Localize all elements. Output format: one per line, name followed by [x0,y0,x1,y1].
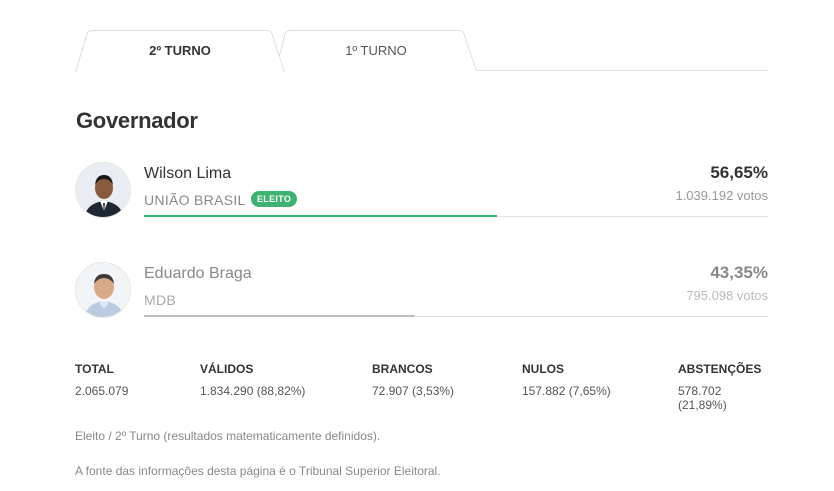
candidate-votes: 1.039.192 votos [675,188,768,203]
result-note: Eleito / 2º Turno (resultados matematica… [75,429,381,443]
stat-valid: VÁLIDOS 1.834.290 (88,82%) [200,362,305,398]
candidate-name: Eduardo Braga [144,265,252,282]
section-title: Governador [76,108,198,133]
stat-value: 578.702 (21,89%) [678,384,727,412]
avatar-eduardo-braga-icon [75,262,131,318]
stat-value: 157.882 (7,65%) [522,384,611,398]
stat-label: TOTAL [75,362,114,376]
elected-badge: ELEITO [251,191,298,207]
candidate-row: Wilson Lima UNIÃO BRASIL ELEITO 56,65% 1… [75,160,768,230]
stat-total: TOTAL 2.065.079 [75,362,128,398]
stat-blank: BRANCOS 72.907 (3,53%) [372,362,454,398]
avatar-wilson-lima-icon [75,162,131,218]
stat-label: NULOS [522,362,564,376]
vote-bar-track [144,215,768,217]
stat-label: ABSTENÇÕES [678,362,762,376]
vote-bar-track [144,315,768,317]
stat-value: 2.065.079 [75,384,129,398]
stat-value: 72.907 (3,53%) [372,384,455,398]
round-tabs: 1º TURNO 2º TURNO [75,30,768,72]
tab-label: 2º TURNO [149,43,211,58]
vote-bar-fill [144,315,415,317]
candidate-name: Wilson Lima [144,165,232,182]
tab-first-round[interactable]: 1º TURNO [275,30,477,71]
candidate-votes: 795.098 votos [686,288,768,303]
candidate-party: MDB [144,292,177,308]
tab-label: 1º TURNO [345,43,407,58]
candidate-party: UNIÃO BRASIL [144,192,246,208]
candidate-row: Eduardo Braga MDB 43,35% 795.098 votos [75,260,768,330]
vote-bar-fill [144,215,498,217]
candidate-percent: 56,65% [710,163,768,182]
totals-summary: TOTAL 2.065.079 VÁLIDOS 1.834.290 (88,82… [75,362,768,412]
stat-label: BRANCOS [372,362,433,376]
stat-null: NULOS 157.882 (7,65%) [522,362,611,398]
candidate-percent: 43,35% [710,263,768,282]
stat-abstentions: ABSTENÇÕES 578.702 (21,89%) [678,362,768,412]
tab-second-round[interactable]: 2º TURNO [75,30,285,72]
stat-label: VÁLIDOS [200,362,254,376]
source-note: A fonte das informações desta página é o… [75,464,441,478]
stat-value: 1.834.290 (88,82%) [200,384,306,398]
